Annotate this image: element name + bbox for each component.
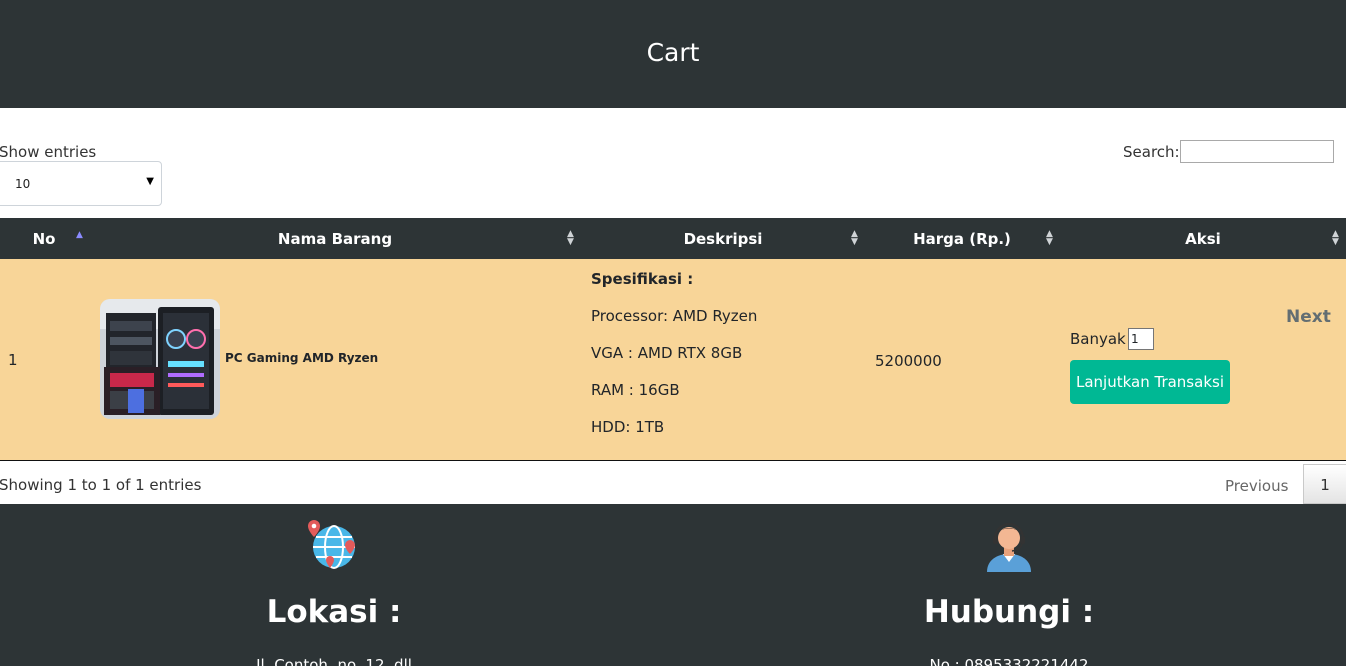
customer-service-icon [982, 518, 1036, 572]
dropdown-caret-icon: ▼ [146, 176, 154, 187]
quantity-input[interactable]: 1 [1128, 328, 1154, 350]
sort-icon: ▲ ▼ [851, 229, 858, 247]
contact-heading: Hubungi : [923, 594, 1095, 630]
previous-page-button[interactable]: Previous [1225, 477, 1288, 495]
table-info: Showing 1 to 1 of 1 entries [0, 476, 202, 494]
continue-transaction-button[interactable]: Lanjutkan Transaksi [1070, 360, 1230, 404]
search-label: Search: [1123, 143, 1180, 161]
sort-icon: ▲ ▼ [567, 229, 574, 247]
spec-line: RAM : 16GB [591, 381, 680, 399]
sort-icon: ▲ ▼ [1332, 229, 1339, 247]
entries-select[interactable]: 10 ▼ [0, 161, 162, 206]
page-header: Cart [0, 0, 1346, 108]
quantity-label: Banyak : [1070, 330, 1136, 348]
table-header: No ▲ Nama Barang ▲ ▼ Deskripsi ▲ ▼ Harga (… [0, 218, 1346, 259]
spec-title: Spesifikasi : [591, 270, 694, 288]
footer: Lokasi : Jl. Contoh, no. 12, dll Hubungi… [0, 504, 1346, 666]
spec-line: HDD: 1TB [591, 418, 665, 436]
sort-asc-icon: ▲ [76, 230, 83, 240]
entries-select-value: 10 [15, 177, 31, 191]
page-title: Cart [646, 38, 700, 67]
product-description: Spesifikasi : Processor: AMD Ryzen VGA :… [591, 270, 757, 455]
location-text: Jl. Contoh, no. 12, dll [256, 656, 412, 666]
product-name: PC Gaming AMD Ryzen [225, 351, 379, 365]
globe-location-icon [306, 518, 360, 572]
column-header-deskripsi[interactable]: Deskripsi [582, 218, 864, 259]
column-header-nama-barang[interactable]: Nama Barang [88, 218, 582, 259]
location-heading: Lokasi : [266, 594, 402, 630]
page-1-button[interactable]: 1 [1303, 464, 1346, 504]
sort-icon: ▲ ▼ [1046, 229, 1053, 247]
show-entries-label: Show entries [0, 143, 97, 161]
spec-line: Processor: AMD Ryzen [591, 307, 758, 325]
spec-line: VGA : AMD RTX 8GB [591, 344, 743, 362]
next-link[interactable]: Next [1286, 307, 1331, 327]
column-header-aksi[interactable]: Aksi [1060, 218, 1346, 259]
contact-text: No : 0895332221442 [929, 656, 1089, 666]
product-image [100, 299, 220, 419]
product-price: 5200000 [875, 352, 942, 370]
row-number: 1 [8, 351, 18, 369]
column-header-harga[interactable]: Harga (Rp.) [864, 218, 1060, 259]
column-header-no[interactable]: No [0, 218, 88, 259]
search-input[interactable] [1180, 140, 1334, 163]
